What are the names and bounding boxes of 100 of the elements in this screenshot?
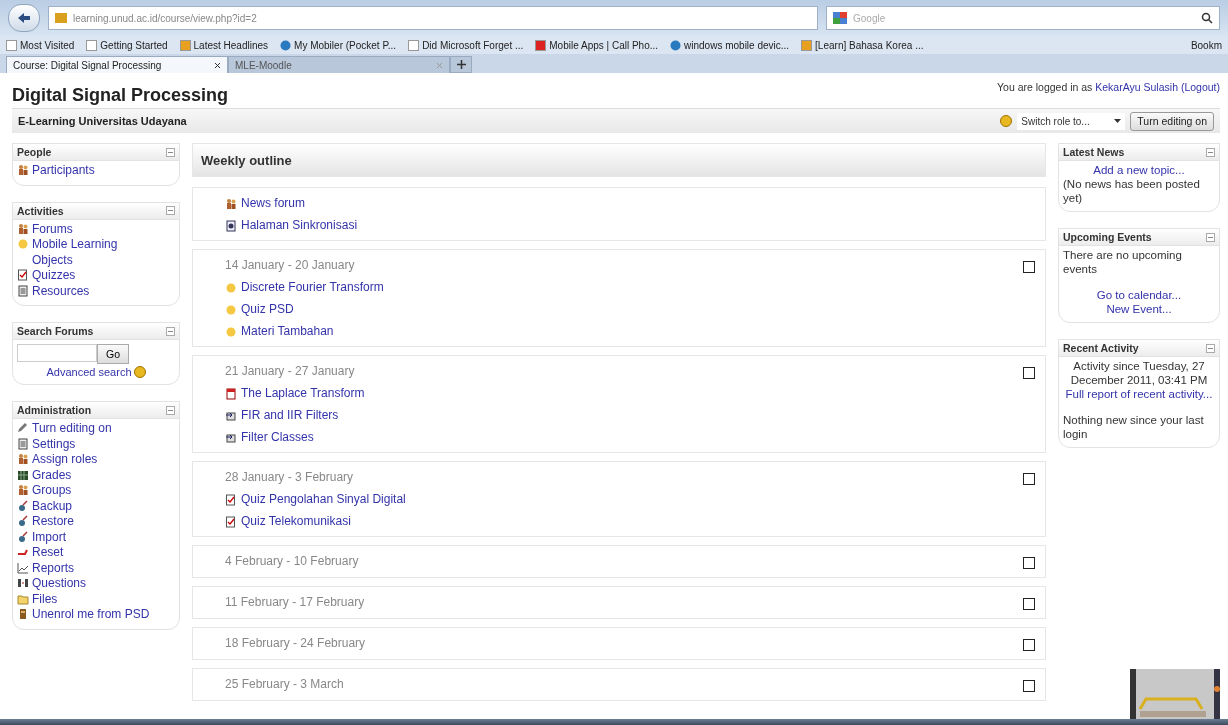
browser-tab[interactable]: Course: Digital Signal Processing <box>6 56 228 73</box>
go-button[interactable]: Go <box>97 344 129 364</box>
week-dates: 25 February - 3 March <box>225 677 345 691</box>
close-icon[interactable] <box>214 61 221 69</box>
course-title: Digital Signal Processing <box>12 85 229 106</box>
bookmark[interactable]: windows mobile devic... <box>670 39 790 51</box>
highlight-toggle-icon[interactable] <box>1023 639 1035 651</box>
activity-link[interactable]: Quiz Pengolahan Sinyal Digital <box>225 492 1017 506</box>
bookmark[interactable]: Did Microsoft Forget ... <box>408 39 524 51</box>
sidebar-link[interactable]: Forums <box>17 221 157 237</box>
bookmark[interactable]: My Mobiler (Pocket P... <box>280 39 397 51</box>
logout-link[interactable]: (Logout) <box>1180 81 1220 93</box>
sidebar-link[interactable]: Restore <box>17 514 157 530</box>
new-tab-button[interactable] <box>450 56 472 73</box>
edit-icon <box>17 422 29 434</box>
block-link[interactable]: Add a new topic... <box>1063 163 1215 177</box>
week-dates: 18 February - 24 February <box>225 636 367 650</box>
quiz-icon <box>225 493 237 506</box>
advanced-search-link[interactable]: Advanced search <box>46 366 132 378</box>
collapse-icon[interactable] <box>166 405 175 415</box>
activity-link[interactable]: Halaman Sinkronisasi <box>225 218 1035 232</box>
collapse-icon[interactable] <box>166 147 175 157</box>
week-dates: 14 January - 20 January <box>225 258 356 272</box>
block-title: Recent Activity <box>1063 342 1139 354</box>
sidebar-link[interactable]: Participants <box>17 163 157 179</box>
help-icon[interactable] <box>133 366 146 378</box>
search-input[interactable] <box>17 344 97 362</box>
sidebar-link[interactable]: Reports <box>17 560 157 576</box>
turn-editing-on-button[interactable]: Turn editing on <box>1130 111 1214 131</box>
activity-link[interactable]: Quiz Telekomunikasi <box>225 514 1017 528</box>
back-button[interactable] <box>8 4 40 32</box>
activity-link[interactable]: Materi Tambahan <box>225 324 1017 338</box>
week-dates: 21 January - 27 January <box>225 364 356 378</box>
sidebar-link[interactable]: Groups <box>17 483 157 499</box>
activity-link[interactable]: News forum <box>225 196 1035 210</box>
collapse-icon[interactable] <box>166 206 175 215</box>
back-arrow-icon <box>17 12 31 24</box>
quiz-icon <box>225 515 237 528</box>
block-link[interactable]: Go to calendar... <box>1063 288 1215 302</box>
sidebar-link[interactable]: Grades <box>17 467 157 483</box>
collapse-icon[interactable] <box>1206 343 1215 353</box>
collapse-icon[interactable] <box>1206 232 1215 242</box>
sidebar-link[interactable]: Quizzes <box>17 268 157 284</box>
people-icon <box>17 453 29 465</box>
sidebar-link[interactable]: Questions <box>17 576 157 592</box>
sidebar-link[interactable]: Assign roles <box>17 452 157 468</box>
user-link[interactable]: KekarAyu Sulasih <box>1095 81 1178 93</box>
activity-link[interactable]: Discrete Fourier Transform <box>225 280 1017 294</box>
address-bar[interactable]: learning.unud.ac.id/course/view.php?id=2 <box>48 6 818 30</box>
folder-icon <box>17 592 29 605</box>
search-placeholder: Google <box>853 12 887 24</box>
collapse-icon[interactable] <box>166 326 175 336</box>
sidebar-link[interactable]: Resources <box>17 283 157 299</box>
caret-icon <box>1114 119 1122 123</box>
people-icon <box>17 484 29 496</box>
link-icon <box>225 431 237 444</box>
sidebar-link[interactable]: Mobile Learning Objects <box>17 237 157 268</box>
sidebar-link[interactable]: Turn editing on <box>17 421 157 437</box>
activity-link[interactable]: The Laplace Transform <box>225 386 1017 400</box>
switch-role-dropdown[interactable]: Switch role to... <box>1017 112 1126 130</box>
block-text: (No news has been posted yet) <box>1063 177 1201 205</box>
bookmarks-menu[interactable]: Bookm <box>1190 39 1222 51</box>
block-text: Activity since Tuesday, 27 December 2011, 03:41 PM <box>1069 359 1209 387</box>
bookmark[interactable]: [Learn] Bahasa Korea ... <box>801 39 924 51</box>
login-info: You are logged in as KekarAyu Sulasih (Logout) <box>997 80 1220 93</box>
activity-link[interactable]: Quiz PSD <box>225 302 1017 316</box>
resource-icon <box>17 437 29 450</box>
activity-link[interactable]: FIR and IIR Filters <box>225 408 1017 422</box>
bookmark[interactable]: Getting Started <box>86 39 168 51</box>
sidebar-link[interactable]: Reset <box>17 545 157 561</box>
block-title: Activities <box>17 204 64 217</box>
page-icon <box>408 39 420 51</box>
help-icon[interactable] <box>1000 115 1013 127</box>
block-title: People <box>17 146 52 158</box>
page-icon <box>225 219 237 232</box>
sidebar-link[interactable]: Settings <box>17 436 157 452</box>
highlight-toggle-icon[interactable] <box>1023 680 1035 692</box>
block-link[interactable]: Full report of recent activity... <box>1063 387 1215 401</box>
bookmark[interactable]: Latest Headlines <box>179 39 269 51</box>
browser-tab[interactable]: MLE-Moodle <box>228 56 450 73</box>
highlight-toggle-icon[interactable] <box>1023 367 1035 379</box>
sidebar-link[interactable]: Backup <box>17 498 157 514</box>
people-icon <box>17 164 29 176</box>
activity-link[interactable]: Filter Classes <box>225 430 1017 444</box>
url-text: learning.unud.ac.id/course/view.php?id=2 <box>73 12 257 24</box>
bookmark[interactable]: Mobile Apps | Call Pho... <box>535 39 659 51</box>
week-dates: 11 February - 17 February <box>225 595 366 609</box>
block-link[interactable]: New Event... <box>1063 302 1215 316</box>
bookmark[interactable]: Most Visited <box>6 39 75 51</box>
sidebar-link[interactable]: Files <box>17 591 157 607</box>
block-title: Upcoming Events <box>1063 231 1152 243</box>
highlight-toggle-icon[interactable] <box>1023 557 1035 569</box>
block-title: Administration <box>17 404 92 416</box>
collapse-icon[interactable] <box>1206 147 1215 157</box>
search-icon[interactable] <box>1201 12 1213 24</box>
highlight-toggle-icon[interactable] <box>1023 261 1035 273</box>
sidebar-link[interactable]: Import <box>17 529 157 545</box>
highlight-toggle-icon[interactable] <box>1023 598 1035 610</box>
highlight-toggle-icon[interactable] <box>1023 473 1035 485</box>
sidebar-link[interactable]: Unenrol me from PSD <box>17 607 157 623</box>
